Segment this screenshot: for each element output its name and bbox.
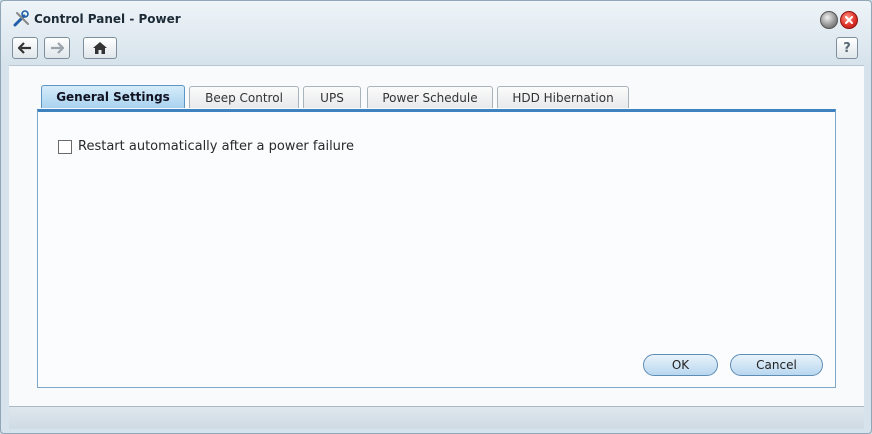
arrow-right-icon (51, 42, 64, 54)
general-settings-panel: Restart automatically after a power fail… (37, 109, 836, 388)
main-content: General Settings Beep Control UPS Power … (9, 65, 864, 406)
arrow-left-icon (18, 42, 31, 54)
restart-option-row[interactable]: Restart automatically after a power fail… (58, 139, 354, 154)
toolbar: ? (1, 35, 871, 63)
home-button[interactable] (83, 37, 117, 59)
cancel-button[interactable]: Cancel (730, 354, 823, 376)
home-icon (93, 42, 107, 54)
tab-hdd-hibernation[interactable]: HDD Hibernation (497, 86, 629, 108)
back-button[interactable] (12, 37, 38, 59)
restart-checkbox[interactable] (58, 139, 72, 154)
control-panel-tools-icon (13, 10, 31, 28)
control-panel-window: Control Panel - Power ? General Settings… (0, 0, 872, 434)
minimize-button[interactable] (820, 11, 838, 29)
close-icon (845, 16, 853, 24)
window-title: Control Panel - Power (34, 12, 181, 26)
tab-power-schedule[interactable]: Power Schedule (367, 86, 493, 108)
tab-beep-control[interactable]: Beep Control (189, 86, 299, 108)
restart-option-label[interactable]: Restart automatically after a power fail… (78, 139, 354, 154)
tab-general-settings[interactable]: General Settings (41, 85, 185, 108)
status-bar (9, 406, 864, 429)
close-button[interactable] (840, 11, 858, 29)
tab-ups[interactable]: UPS (303, 86, 361, 108)
help-button[interactable]: ? (836, 37, 858, 59)
title-bar[interactable]: Control Panel - Power (1, 1, 871, 35)
ok-button[interactable]: OK (643, 354, 718, 376)
forward-button[interactable] (44, 37, 70, 59)
